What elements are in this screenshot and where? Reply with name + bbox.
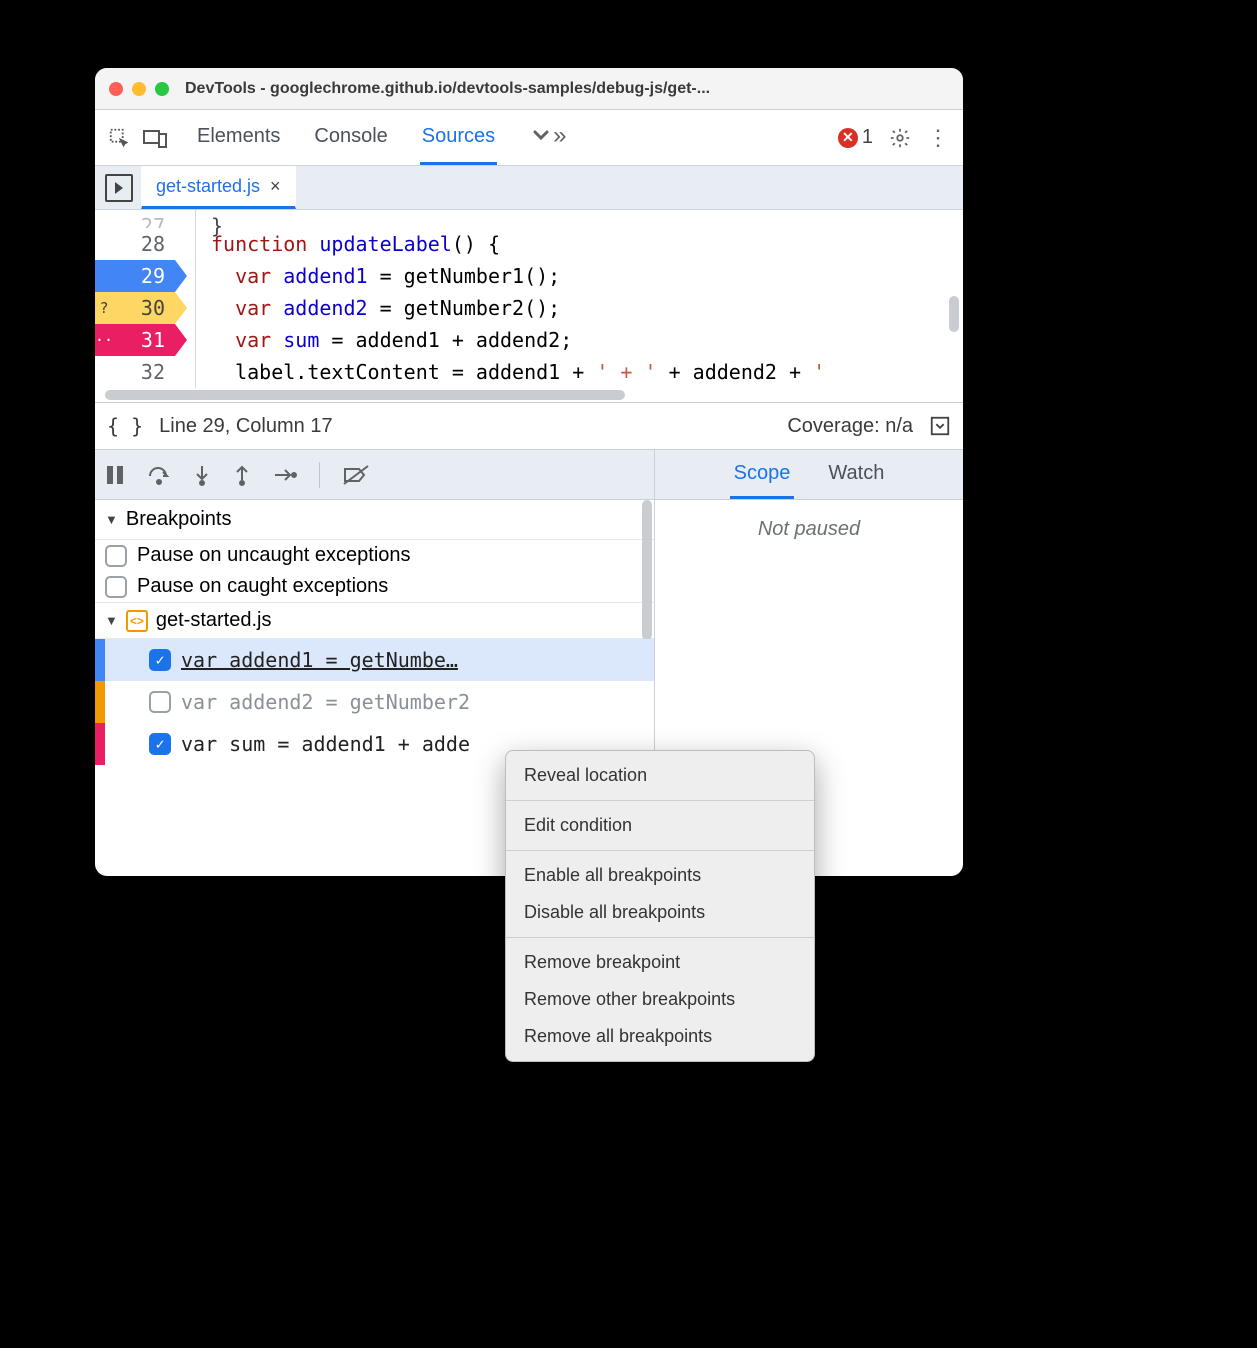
line-gutter-conditional-breakpoint[interactable]: ?30 [95,292,175,324]
traffic-lights [109,82,169,96]
step-into-icon[interactable] [193,464,211,486]
scope-watch-tabs: Scope Watch [655,450,963,500]
step-icon[interactable] [273,467,297,483]
pretty-print-icon[interactable]: { } [107,414,143,438]
chevron-down-icon: ▼ [105,512,118,527]
more-tabs-icon[interactable]: » [527,110,568,165]
chevron-down-icon: ▼ [105,613,118,628]
context-menu: Reveal location Edit condition Enable al… [505,750,815,1062]
inspect-element-icon[interactable] [103,122,135,154]
close-icon[interactable] [109,82,123,96]
tab-scope[interactable]: Scope [730,450,795,499]
ctx-remove-other[interactable]: Remove other breakpoints [506,981,814,1018]
window-title: DevTools - googlechrome.github.io/devtoo… [185,80,710,98]
checkbox-checked-icon[interactable]: ✓ [149,649,171,671]
breakpoint-marker-icon [95,639,105,681]
ctx-remove[interactable]: Remove breakpoint [506,944,814,981]
code-editor[interactable]: 27 } 28 function updateLabel() { 29 var … [95,210,963,388]
tab-elements[interactable]: Elements [195,110,282,165]
breakpoint-label: var addend2 = getNumber2 [181,690,644,714]
error-count[interactable]: ✕ 1 [838,126,873,149]
tab-watch[interactable]: Watch [824,450,888,499]
titlebar: DevTools - googlechrome.github.io/devtoo… [95,68,963,110]
line-gutter-breakpoint[interactable]: 29 [95,260,175,292]
breakpoint-label: var addend1 = getNumbe… [181,648,644,672]
cursor-position: Line 29, Column 17 [159,415,332,438]
tab-sources[interactable]: Sources [420,110,497,165]
file-tabs: get-started.js × [95,166,963,210]
debug-controls [95,450,654,500]
not-paused-label: Not paused [655,500,963,541]
error-badge-icon: ✕ [838,128,858,148]
step-over-icon[interactable] [147,464,171,486]
maximize-icon[interactable] [155,82,169,96]
ctx-enable-all[interactable]: Enable all breakpoints [506,857,814,894]
checkbox-unchecked-icon[interactable] [149,691,171,713]
editor-vertical-scrollbar[interactable] [949,296,959,332]
ctx-remove-all[interactable]: Remove all breakpoints [506,1018,814,1055]
coverage-label: Coverage: n/a [787,415,913,438]
navigator-toggle-icon[interactable] [105,174,133,202]
editor-horizontal-scrollbar[interactable] [95,388,963,402]
pane-scrollbar[interactable] [642,500,652,640]
settings-icon[interactable] [889,127,911,149]
step-out-icon[interactable] [233,464,251,486]
deactivate-breakpoints-icon[interactable] [342,464,370,486]
line-gutter[interactable]: 28 [95,228,175,260]
ctx-reveal-location[interactable]: Reveal location [506,757,814,794]
breakpoint-entry[interactable]: var addend2 = getNumber2 [95,681,654,723]
ctx-disable-all[interactable]: Disable all breakpoints [506,894,814,931]
file-tab-label: get-started.js [156,176,260,197]
checkbox-unchecked-icon[interactable] [105,576,127,598]
pause-caught-option[interactable]: Pause on caught exceptions [95,571,654,602]
breakpoint-file-header[interactable]: ▼ <> get-started.js [95,602,654,639]
breakpoint-marker-icon [95,723,105,765]
tab-console[interactable]: Console [312,110,389,165]
kebab-menu-icon[interactable]: ⋮ [927,125,949,151]
breakpoint-entry[interactable]: ✓ var addend1 = getNumbe… [95,639,654,681]
pause-uncaught-option[interactable]: Pause on uncaught exceptions [95,540,654,571]
breakpoints-section[interactable]: ▼ Breakpoints [95,500,654,540]
breakpoint-marker-icon [95,681,105,723]
close-tab-icon[interactable]: × [270,176,281,197]
checkbox-unchecked-icon[interactable] [105,545,127,567]
collapse-pane-icon[interactable] [929,415,951,437]
device-mode-icon[interactable] [139,122,171,154]
line-gutter[interactable]: 32 [95,356,175,388]
checkbox-checked-icon[interactable]: ✓ [149,733,171,755]
minimize-icon[interactable] [132,82,146,96]
pause-icon[interactable] [105,464,125,486]
file-tab-get-started[interactable]: get-started.js × [141,166,296,209]
js-file-icon: <> [126,610,148,632]
editor-statusbar: { } Line 29, Column 17 Coverage: n/a [95,402,963,450]
panel-tabs: Elements Console Sources » [195,110,569,165]
line-gutter-logpoint[interactable]: ··31 [95,324,175,356]
ctx-edit-condition[interactable]: Edit condition [506,807,814,844]
main-toolbar: Elements Console Sources » ✕ 1 ⋮ [95,110,963,166]
